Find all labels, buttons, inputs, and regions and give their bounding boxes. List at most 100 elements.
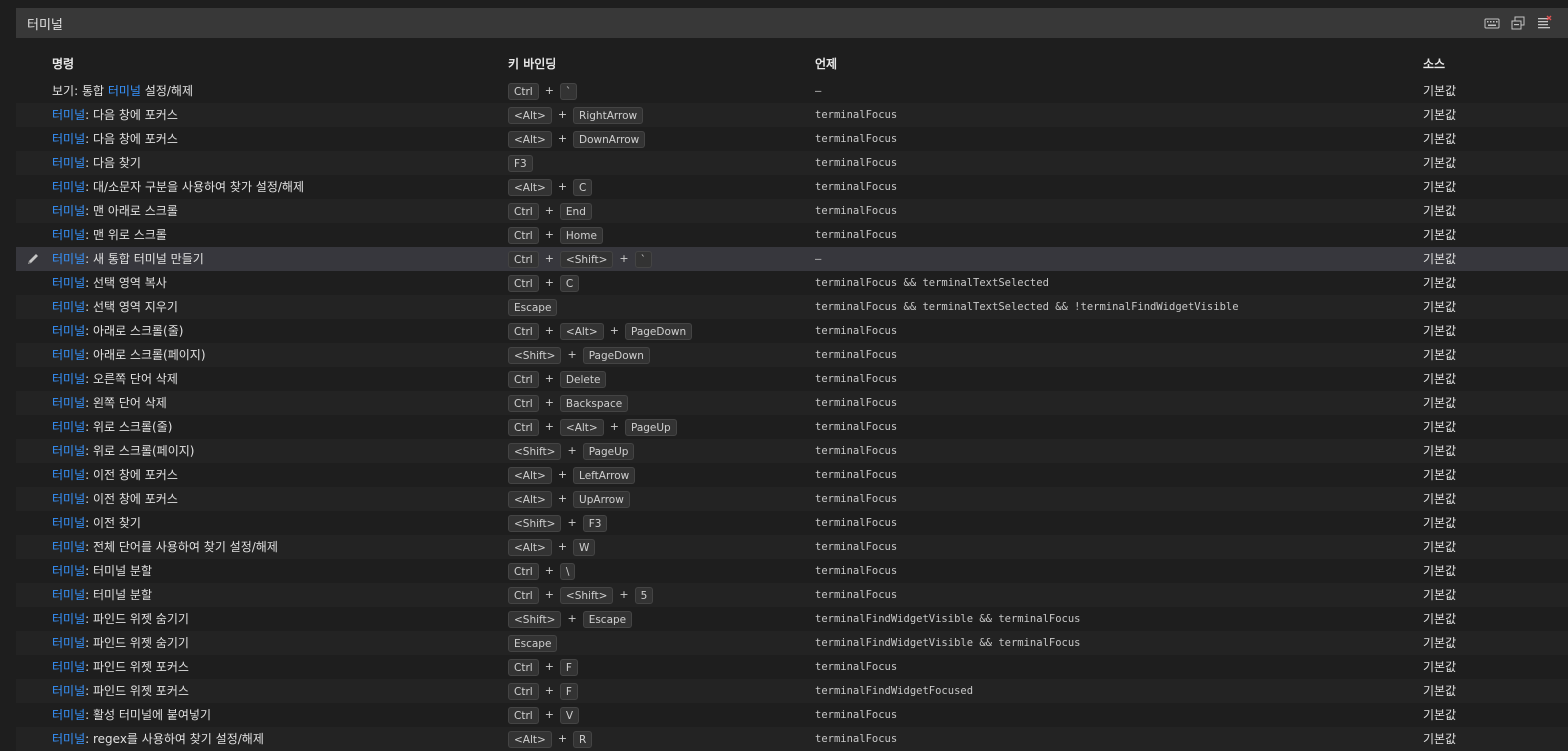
source-cell: 기본값: [1423, 132, 1457, 146]
table-row[interactable]: 터미널: 위로 스크롤(페이지) <Shift> + PageUp terminalFo…: [16, 439, 1568, 463]
when-clause: terminalFocus: [815, 325, 898, 337]
keybinding-cell: Ctrl + `: [508, 79, 578, 103]
key-chip: Escape: [508, 299, 558, 316]
key-chip: <Shift>: [508, 611, 562, 628]
command-category: 터미널: [52, 276, 86, 290]
source-cell: 기본값: [1423, 540, 1457, 554]
table-row[interactable]: 터미널: 다음 창에 포커스 <Alt> + RightArrow terminalFo…: [16, 103, 1568, 127]
command-cell: 터미널: 파인드 위젯 숨기기: [52, 607, 189, 631]
table-row[interactable]: 터미널: 활성 터미널에 붙여넣기 Ctrl + VterminalFocus 기본값: [16, 703, 1568, 727]
column-header-keybinding[interactable]: 키 바인딩: [508, 55, 556, 73]
key-chip: F3: [508, 155, 533, 172]
key-chip: End: [559, 203, 592, 220]
source-cell: 기본값: [1423, 252, 1457, 266]
table-row[interactable]: 터미널: 파인드 위젯 포커스 Ctrl + FterminalFindWidgetF…: [16, 679, 1568, 703]
key-separator: +: [544, 372, 554, 385]
key-separator: +: [544, 228, 554, 241]
table-row[interactable]: 터미널: 전체 단어를 사용하여 찾기 설정/해제 <Alt> + Wterminal…: [16, 535, 1568, 559]
key-chip: <Alt>: [508, 467, 552, 484]
table-row[interactable]: 터미널: 오른쪽 단어 삭제 Ctrl + Delete terminalFocus 기본…: [16, 367, 1568, 391]
column-header-source[interactable]: 소스: [1423, 55, 1445, 73]
pencil-icon[interactable]: [26, 252, 40, 266]
key-chip: Ctrl: [508, 587, 539, 604]
key-chip: F: [559, 683, 578, 700]
key-chip: Escape: [508, 635, 558, 652]
table-row[interactable]: 터미널: 다음 찾기 F3 terminalFocus 기본값: [16, 151, 1568, 175]
table-row[interactable]: 터미널: 왼쪽 단어 삭제 Ctrl + Backspace terminalFocus…: [16, 391, 1568, 415]
table-row[interactable]: 터미널: 터미널 분할 Ctrl + <Shift> +5 terminalFocus 기본…: [16, 583, 1568, 607]
table-row[interactable]: 터미널: 대/소문자 구분을 사용하여 찾가 설정/해제 <Alt> + Ctermi…: [16, 175, 1568, 199]
table-row[interactable]: 터미널: 아래로 스크롤(줄) Ctrl + <Alt> + PageDown termin…: [16, 319, 1568, 343]
key-separator: +: [567, 348, 577, 361]
table-row[interactable]: 터미널: 파인드 위젯 포커스 Ctrl + FterminalFocus 기본값: [16, 655, 1568, 679]
table-row[interactable]: 터미널: 이전 창에 포커스 <Alt> + LeftArrow terminalFoc…: [16, 463, 1568, 487]
key-separator: +: [544, 684, 554, 697]
table-row[interactable]: 터미널: 파인드 위젯 숨기기 <Shift> + Escape terminalFin…: [16, 607, 1568, 631]
table-row[interactable]: 터미널: 선택 영역 복사 Ctrl + CterminalFocus && term…: [16, 271, 1568, 295]
key-separator: +: [544, 252, 554, 265]
table-row[interactable]: 터미널: 다음 창에 포커스 <Alt> + DownArrow terminalFoc…: [16, 127, 1568, 151]
table-row[interactable]: 터미널: regex를 사용하여 찾기 설정/해제 <Alt> + Rterminal…: [16, 727, 1568, 751]
table-row[interactable]: 터미널: 새 통합 터미널 만들기 Ctrl + <Shift> + ` — 기본값: [16, 247, 1568, 271]
table-row[interactable]: 터미널: 이전 찾기 <Shift> + F3 terminalFocus 기본값: [16, 511, 1568, 535]
command-cell: 터미널: 터미널 분할: [52, 559, 152, 583]
command-cell: 터미널: 파인드 위젯 숨기기: [52, 631, 189, 655]
keybinding-cell: Ctrl + F: [508, 655, 578, 679]
when-clause: terminalFocus: [815, 541, 898, 553]
command-label: : 다음 창에 포커스: [85, 108, 178, 122]
column-header-command[interactable]: 명령: [52, 55, 74, 73]
table-row[interactable]: 터미널: 아래로 스크롤(페이지) <Shift> + PageDown termina…: [16, 343, 1568, 367]
keybinding-cell: <Alt> + LeftArrow: [508, 463, 636, 487]
key-separator: +: [567, 516, 577, 529]
keybinding-cell: Ctrl + <Alt> + PageUp: [508, 415, 677, 439]
key-chip: <Alt>: [508, 179, 552, 196]
key-separator: +: [544, 324, 554, 337]
command-label: : 활성 터미널에 붙여넣기: [85, 708, 212, 722]
command-category: 터미널: [52, 660, 86, 674]
source-cell: 기본값: [1423, 228, 1457, 242]
source-cell: 기본값: [1423, 636, 1457, 650]
key-chip: <Alt>: [508, 539, 552, 556]
keybindings-section-header: 터미널: [16, 8, 1568, 38]
table-row[interactable]: 보기: 통합 터미널 설정/해제 Ctrl + ` — 기본값: [16, 79, 1568, 103]
command-label: : 위로 스크롤(줄): [85, 420, 173, 434]
key-chip: RightArrow: [573, 107, 644, 124]
key-chip: Delete: [559, 371, 607, 388]
command-label: : 다음 창에 포커스: [85, 132, 178, 146]
command-label: : 전체 단어를 사용하여 찾기 설정/해제: [85, 540, 278, 554]
keyboard-icon[interactable]: [1484, 15, 1500, 31]
command-category: 터미널: [52, 708, 86, 722]
table-row[interactable]: 터미널: 맨 위로 스크롤 Ctrl + Home terminalFocus 기본값: [16, 223, 1568, 247]
when-clause: terminalFocus: [815, 493, 898, 505]
command-label: 보기: 통합: [52, 84, 108, 98]
keybinding-cell: Ctrl + Home: [508, 223, 603, 247]
key-chip: Ctrl: [508, 659, 539, 676]
command-cell: 터미널: 활성 터미널에 붙여넣기: [52, 703, 211, 727]
key-separator: +: [619, 588, 629, 601]
table-row[interactable]: 터미널: 이전 창에 포커스 <Alt> + UpArrow terminalFocus…: [16, 487, 1568, 511]
key-separator: +: [544, 204, 554, 217]
command-cell: 터미널: 위로 스크롤(줄): [52, 415, 172, 439]
when-clause: terminalFocus: [815, 469, 898, 481]
when-clause: terminalFindWidgetFocused: [815, 685, 974, 697]
table-row[interactable]: 터미널: 터미널 분할 Ctrl + \ terminalFocus 기본값: [16, 559, 1568, 583]
column-header-when[interactable]: 언제: [815, 55, 837, 73]
command-category: 터미널: [52, 180, 86, 194]
table-row[interactable]: 터미널: 맨 아래로 스크롤 Ctrl + End terminalFocus 기본값: [16, 199, 1568, 223]
table-row[interactable]: 터미널: 선택 영역 지우기 Escape terminalFocus && ter…: [16, 295, 1568, 319]
source-cell: 기본값: [1423, 108, 1457, 122]
table-row[interactable]: 터미널: 파인드 위젯 숨기기 Escape terminalFindWidgetV…: [16, 631, 1568, 655]
clear-list-icon[interactable]: [1536, 15, 1552, 31]
source-cell: 기본값: [1423, 156, 1457, 170]
table-row[interactable]: 터미널: 위로 스크롤(줄) Ctrl + <Alt> + PageUp terminalF…: [16, 415, 1568, 439]
source-cell: 기본값: [1423, 588, 1457, 602]
open-json-icon[interactable]: [1510, 15, 1526, 31]
key-chip: <Shift>: [508, 443, 562, 460]
source-cell: 기본값: [1423, 708, 1457, 722]
command-cell: 터미널: 전체 단어를 사용하여 찾기 설정/해제: [52, 535, 278, 559]
source-cell: 기본값: [1423, 84, 1457, 98]
source-cell: 기본값: [1423, 468, 1457, 482]
command-cell: 터미널: 이전 찾기: [52, 511, 141, 535]
command-category: 터미널: [52, 396, 86, 410]
key-chip: C: [573, 179, 593, 196]
